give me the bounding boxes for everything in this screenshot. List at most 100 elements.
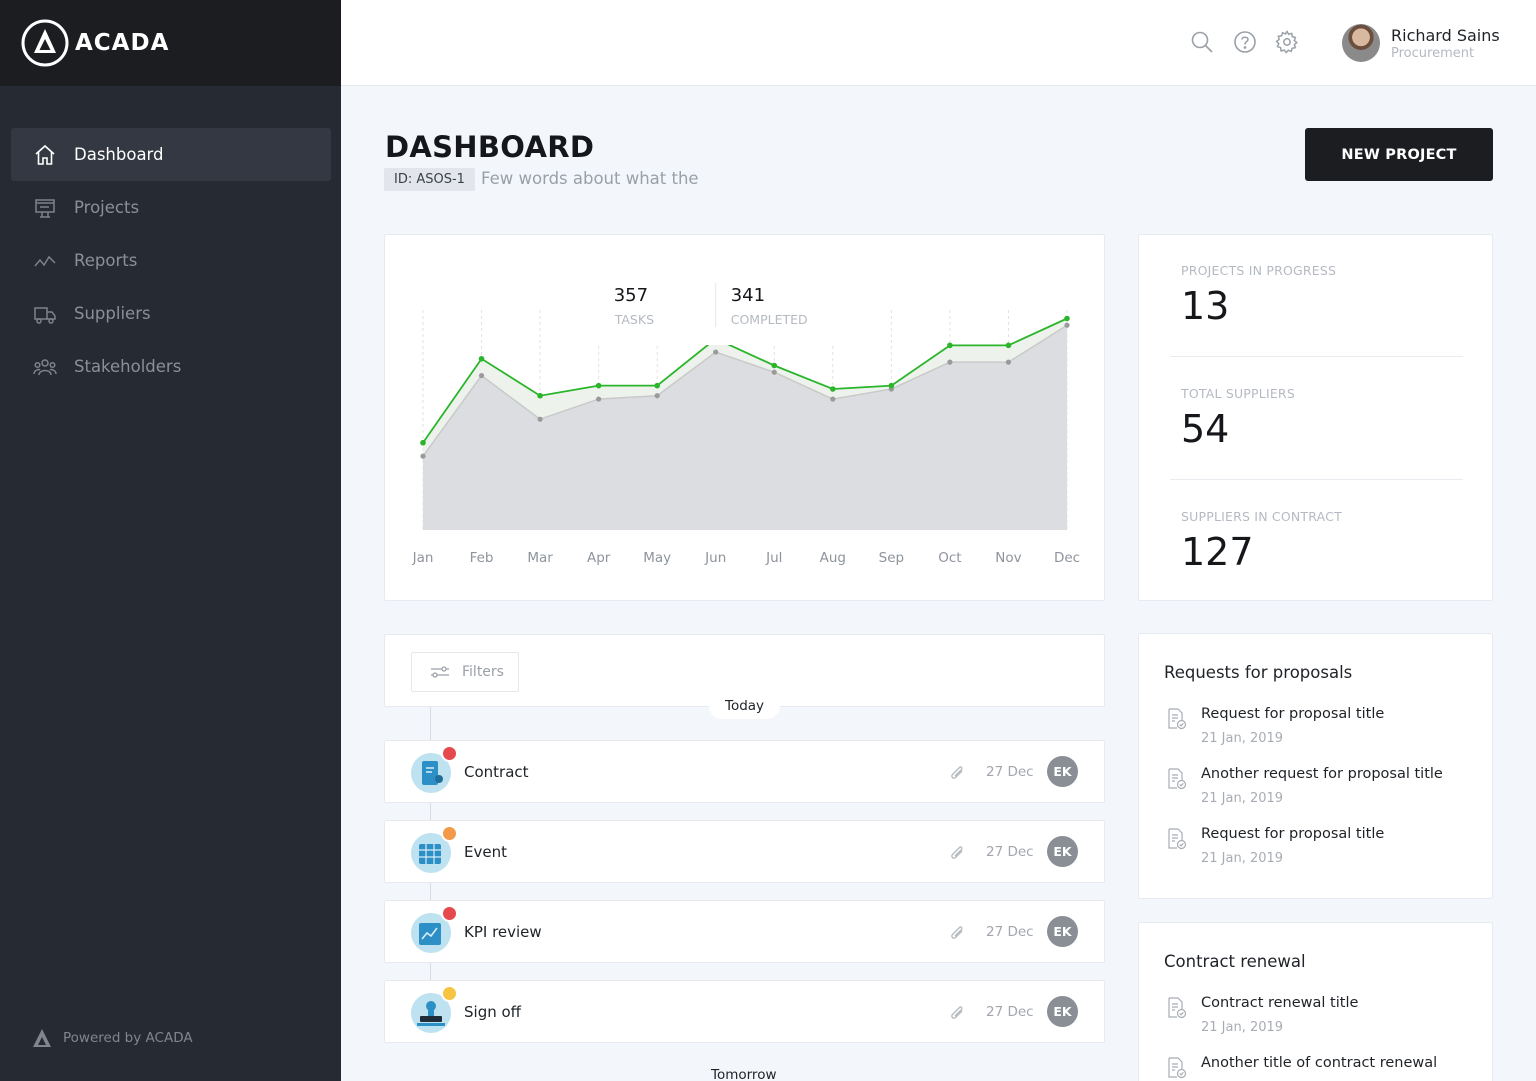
stat-label: PROJECTS IN PROGRESS	[1181, 263, 1337, 278]
attachment-icon[interactable]	[947, 762, 967, 782]
day-label-today: Today	[709, 693, 781, 719]
assignee-avatar[interactable]: EK	[1047, 836, 1078, 867]
tasks-point	[771, 369, 777, 375]
sidebar-item-label: Stakeholders	[74, 357, 182, 376]
id-badge: ID: ASOS-1	[384, 168, 475, 191]
divider	[1170, 479, 1463, 480]
stat-label: SUPPLIERS IN CONTRACT	[1181, 509, 1342, 524]
rfp-item-title: Request for proposal title	[1201, 826, 1385, 842]
x-axis-label: Nov	[995, 550, 1021, 566]
sidebar-item-label: Suppliers	[74, 304, 151, 323]
sidebar: ACADA Dashboard Projects Reports Supplie…	[0, 0, 341, 1081]
sidebar-item-label: Projects	[74, 198, 140, 217]
contract-renewal-title: Contract renewal	[1164, 952, 1306, 971]
task-date: 27 Dec	[986, 1004, 1034, 1020]
help-icon[interactable]	[1233, 30, 1257, 54]
x-axis-label: Jan	[412, 550, 434, 566]
completed-point	[830, 386, 836, 392]
contract-renewal-card: Contract renewal Contract renewal title …	[1138, 922, 1493, 1081]
priority-flag-icon	[441, 985, 458, 1002]
rfp-card: Requests for proposals Request for propo…	[1138, 633, 1493, 899]
x-axis-label: Dec	[1054, 550, 1080, 566]
user-role: Procurement	[1391, 46, 1475, 61]
day-label-tomorrow: Tomorrow	[695, 1062, 793, 1081]
stat-value: 127	[1181, 530, 1254, 574]
task-title: KPI review	[464, 923, 542, 941]
task-title: Event	[464, 843, 507, 861]
rfp-item-date: 21 Jan, 2019	[1201, 791, 1284, 806]
user-name[interactable]: Richard Sains	[1391, 26, 1500, 45]
x-axis-label: Feb	[470, 550, 494, 566]
divider	[1170, 356, 1463, 357]
sidebar-item-label: Dashboard	[74, 145, 164, 164]
people-icon	[33, 355, 57, 379]
acada-mini-logo-icon	[33, 1029, 51, 1047]
chart-card: Jan Feb Mar Apr May Jun Jul Aug Sep Oct Nov Dec 357 T…	[384, 234, 1105, 601]
tasks-point	[1005, 359, 1012, 365]
tasks-point	[1064, 322, 1070, 328]
assignee-avatar[interactable]: EK	[1047, 996, 1078, 1027]
attachment-icon[interactable]	[947, 1002, 967, 1022]
tooltip-tasks-value: 357	[614, 285, 648, 306]
priority-flag-icon	[441, 825, 458, 842]
tooltip-tasks-label: TASKS	[614, 312, 654, 327]
reports-icon	[33, 249, 57, 273]
stats-card: PROJECTS IN PROGRESS 13 TOTAL SUPPLIERS …	[1138, 234, 1493, 601]
contract-renewal-item-title: Another title of contract renewal	[1201, 1055, 1438, 1071]
task-row-sign-off[interactable]: Sign off 27 Dec EK	[384, 980, 1105, 1043]
truck-icon	[33, 302, 57, 326]
sidebar-item-label: Reports	[74, 251, 138, 270]
attachment-icon[interactable]	[947, 922, 967, 942]
sidebar-item-reports[interactable]: Reports	[11, 234, 331, 287]
acada-logo-icon	[21, 19, 69, 67]
completed-point	[888, 382, 895, 389]
x-axis-label: Mar	[527, 550, 553, 566]
x-axis-label: Sep	[879, 550, 904, 566]
x-axis-label: Aug	[820, 550, 846, 566]
contract-renewal-item-title: Contract renewal title	[1201, 995, 1359, 1011]
rfp-item-date: 21 Jan, 2019	[1201, 851, 1284, 866]
tasks-point	[478, 372, 485, 379]
task-row-kpi-review[interactable]: KPI review 27 Dec EK	[384, 900, 1105, 963]
document-icon	[1168, 1057, 1187, 1079]
gear-icon[interactable]	[1275, 30, 1299, 54]
completed-point	[1005, 342, 1012, 349]
rfp-item-title: Request for proposal title	[1201, 706, 1385, 722]
x-axis-label: Jun	[704, 550, 726, 566]
sidebar-item-stakeholders[interactable]: Stakeholders	[11, 340, 331, 393]
brand-name: ACADA	[75, 30, 170, 56]
rfp-item-title: Another request for proposal title	[1201, 766, 1443, 782]
stat-value: 54	[1181, 407, 1230, 451]
task-row-contract[interactable]: Contract 27 Dec EK	[384, 740, 1105, 803]
task-title: Contract	[464, 763, 529, 781]
document-icon	[1168, 828, 1187, 850]
tasks-point	[713, 349, 719, 355]
task-row-event[interactable]: Event 27 Dec EK	[384, 820, 1105, 883]
sidebar-item-suppliers[interactable]: Suppliers	[11, 287, 331, 340]
sidebar-item-projects[interactable]: Projects	[11, 181, 331, 234]
task-date: 27 Dec	[986, 844, 1034, 860]
assignee-avatar[interactable]: EK	[1047, 916, 1078, 947]
tooltip-completed-label: COMPLETED	[731, 312, 808, 327]
stat-suppliers-in-contract: SUPPLIERS IN CONTRACT 127	[1181, 509, 1342, 574]
filters-button[interactable]: Filters	[411, 652, 519, 692]
tasks-point	[947, 359, 953, 365]
x-axis-label: Apr	[587, 550, 611, 566]
filters-icon	[431, 666, 449, 678]
new-project-button[interactable]: NEW PROJECT	[1305, 128, 1493, 181]
attachment-icon[interactable]	[947, 842, 967, 862]
assignee-avatar[interactable]: EK	[1047, 756, 1078, 787]
x-axis-label: Jul	[765, 550, 782, 566]
logo[interactable]: ACADA	[0, 0, 341, 86]
avatar[interactable]	[1342, 24, 1380, 62]
tasks-chart[interactable]: Jan Feb Mar Apr May Jun Jul Aug Sep Oct Nov Dec 357 T…	[385, 235, 1106, 602]
sidebar-nav: Dashboard Projects Reports Suppliers Sta…	[11, 128, 331, 393]
home-icon	[33, 143, 57, 167]
sidebar-item-dashboard[interactable]: Dashboard	[11, 128, 331, 181]
tasks-point	[596, 396, 602, 402]
completed-point	[595, 382, 602, 389]
tasks-point	[830, 396, 836, 402]
task-title: Sign off	[464, 1003, 521, 1021]
completed-point	[478, 355, 485, 362]
search-icon[interactable]	[1190, 30, 1214, 54]
